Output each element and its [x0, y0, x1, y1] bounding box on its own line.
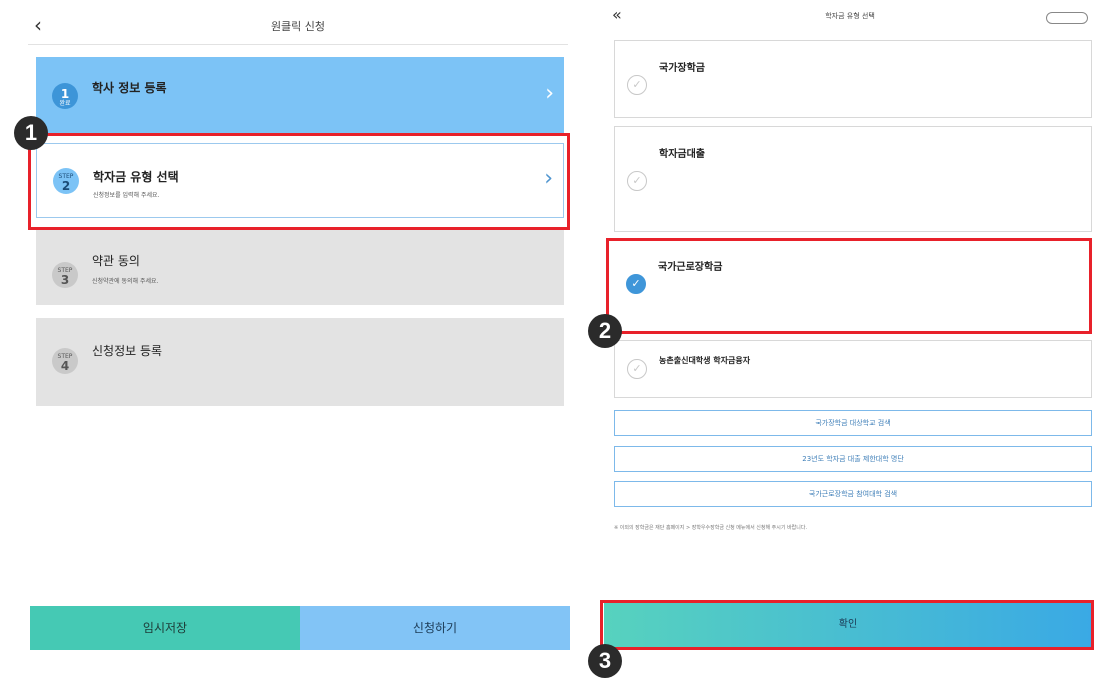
option-national-scholarship[interactable]: ✓ 국가장학금 [614, 40, 1092, 118]
link-work-scholarship-university-search[interactable]: 국가근로장학금 참여대학 검색 [614, 481, 1092, 507]
option-rural-student-loan[interactable]: ✓ 농촌출신대학생 학자금융자 [614, 340, 1092, 398]
annotation-marker-3: 3 [588, 644, 622, 678]
step-1-title: 학사 정보 등록 [92, 81, 167, 95]
step-1-badge: 1 완료 [52, 83, 78, 109]
highlight-box-step-2 [28, 133, 570, 230]
annotation-marker-1: 1 [14, 116, 48, 150]
step-4-badge: STEP 4 [52, 348, 78, 374]
option-label: 학자금대출 [659, 149, 705, 160]
header-pill-badge[interactable] [1046, 12, 1088, 24]
option-label: 농촌출신대학생 학자금융자 [659, 356, 751, 365]
step-3-badge: STEP 3 [52, 262, 78, 288]
right-page-title: 학자금 유형 선택 [825, 12, 875, 20]
right-header: « 학자금 유형 선택 [608, 5, 1092, 31]
step-3-title: 약관 동의 [92, 254, 140, 268]
apply-button[interactable]: 신청하기 [300, 606, 570, 650]
step-3-card: STEP 3 약관 동의 신청약관에 동의해 주세요. [36, 230, 564, 305]
left-page-title: 원클릭 신청 [270, 20, 326, 33]
radio-check-icon[interactable]: ✓ [627, 359, 647, 379]
option-label: 국가장학금 [659, 63, 705, 74]
info-note: ※ 이외의 장학금은 재단 홈페이지 > 장학우수장학금 신청 메뉴에서 신청해… [614, 525, 808, 531]
temp-save-button[interactable]: 임시저장 [30, 606, 300, 650]
radio-check-icon[interactable]: ✓ [627, 171, 647, 191]
radio-check-icon[interactable]: ✓ [627, 75, 647, 95]
link-loan-restricted-universities[interactable]: 23년도 학자금 대출 제한대학 명단 [614, 446, 1092, 472]
step-3-subtitle: 신청약관에 동의해 주세요. [92, 278, 159, 285]
highlight-box-confirm [600, 600, 1094, 650]
annotation-marker-2: 2 [588, 314, 622, 348]
option-student-loan[interactable]: ✓ 학자금대출 [614, 126, 1092, 232]
step-1-card[interactable]: 1 완료 학사 정보 등록 › [36, 57, 564, 133]
link-national-scholarship-school-search[interactable]: 국가장학금 대상학교 검색 [614, 410, 1092, 436]
step-4-title: 신청정보 등록 [92, 344, 163, 358]
left-header: ‹ 원클릭 신청 [28, 10, 568, 45]
chevron-right-icon: › [545, 81, 554, 106]
step-4-card: STEP 4 신청정보 등록 [36, 318, 564, 406]
highlight-box-option [606, 238, 1092, 334]
